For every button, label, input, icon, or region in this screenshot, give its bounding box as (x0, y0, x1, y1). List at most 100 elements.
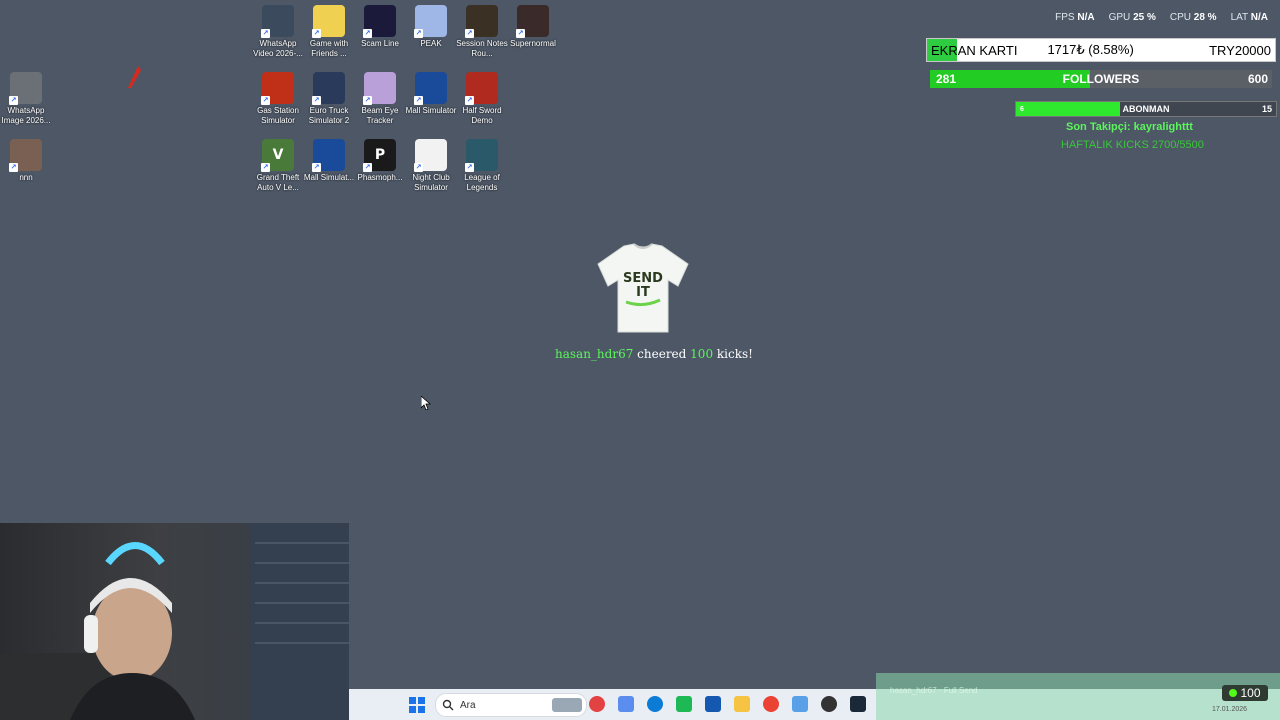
desktop-icon[interactable]: ↗ Session Notes Rou... (456, 5, 508, 59)
desktop-icon[interactable]: ↗ Beam Eye Tracker (354, 72, 406, 126)
desktop-icon[interactable]: ↗ Scam Line (354, 5, 406, 49)
shortcut-arrow-icon: ↗ (414, 29, 423, 38)
taskbar-app-icon[interactable] (589, 696, 605, 712)
webcam-feed (0, 523, 349, 720)
shortcut-arrow-icon: ↗ (363, 96, 372, 105)
app-icon: ↗ (516, 5, 549, 38)
app-icon: ↗ (9, 139, 42, 172)
desktop-icon-label: Grand Theft Auto V Le... (256, 173, 300, 192)
shortcut-arrow-icon: ↗ (414, 163, 423, 172)
taskbar-app-icon[interactable] (705, 696, 721, 712)
desktop-icon[interactable]: ↗ nnn (0, 139, 52, 183)
alert-amount: 100 (690, 347, 714, 361)
windows-start-button[interactable] (409, 697, 425, 713)
last-follower: Son Takipçi: kayralighttt (1066, 121, 1193, 133)
app-icon: P ↗ (363, 139, 396, 172)
desktop-icon[interactable]: ↗ WhatsApp Image 2026... (0, 72, 52, 126)
desktop-icon-label: nnn (19, 173, 33, 182)
desktop-icon[interactable]: ↗ Supernormal (507, 5, 559, 49)
subscriber-label: ABONMAN (1122, 104, 1170, 114)
taskbar-date: 17.01.2026 (1212, 706, 1248, 713)
taskbar-app-icon[interactable] (792, 696, 808, 712)
shirt-line2: IT (636, 285, 650, 300)
desktop-icon-label: Beam Eye Tracker (361, 106, 399, 125)
lat-stat: LAT N/A (1230, 12, 1268, 23)
desktop-icon[interactable]: ↗ Game with Friends ... (303, 5, 355, 59)
alert-suffix: kicks! (716, 347, 753, 361)
weekly-kicks: HAFTALIK KICKS 2700/5500 (1061, 139, 1204, 151)
cheer-alert-text: hasan_hdr67 cheered 100 kicks! (555, 347, 753, 361)
desktop-icon[interactable]: ↗ PEAK (405, 5, 457, 49)
shortcut-arrow-icon: ↗ (312, 29, 321, 38)
performance-stats: FPS N/A GPU 25 % CPU 28 % LAT N/A (1055, 12, 1268, 23)
shortcut-arrow-icon: ↗ (465, 96, 474, 105)
graphics-card-goal-target: TRY20000 (1209, 42, 1271, 58)
taskbar-search-box[interactable]: Ara (435, 693, 587, 717)
app-icon: ↗ (465, 139, 498, 172)
desktop-icon[interactable]: ↗ Night Club Simulator (405, 139, 457, 193)
desktop-icon[interactable]: ↗ Mall Simulator (405, 72, 457, 116)
graphics-card-goal-title: EKRAN KARTI (931, 42, 1018, 58)
subscriber-goal: 6 ABONMAN 15 (1015, 101, 1277, 117)
desktop-icon[interactable]: ↗ Mall Simulat... (303, 139, 355, 183)
desktop-icon[interactable]: V ↗ Grand Theft Auto V Le... (252, 139, 304, 193)
app-icon: ↗ (414, 72, 447, 105)
desktop-icon[interactable]: ↗ Half Sword Demo (456, 72, 508, 126)
desktop-icon[interactable]: P ↗ Phasmoph... (354, 139, 406, 183)
shortcut-arrow-icon: ↗ (261, 96, 270, 105)
desktop-icon[interactable]: ↗ Gas Station Simulator (252, 72, 304, 126)
app-icon: ↗ (363, 72, 396, 105)
desktop-icon-label: WhatsApp Image 2026... (1, 106, 51, 125)
graphics-card-goal-amount: 1717₺ (8.58%) (1047, 42, 1134, 57)
alert-username: hasan_hdr67 (555, 347, 634, 361)
taskbar-app-icon[interactable] (850, 696, 866, 712)
app-icon: ↗ (312, 72, 345, 105)
desktop-icon[interactable]: ↗ Euro Truck Simulator 2 (303, 72, 355, 126)
followers-goal-value: 600 (1247, 72, 1268, 86)
app-icon: ↗ (261, 72, 294, 105)
app-icon: ↗ (9, 72, 42, 105)
desktop-icon-label: Scam Line (361, 39, 399, 48)
app-icon: ↗ (261, 5, 294, 38)
app-icon: V ↗ (261, 139, 294, 172)
desktop-icon-label: Night Club Simulator (412, 173, 450, 192)
taskbar-app-icon[interactable] (821, 696, 837, 712)
taskbar-app-icon[interactable] (734, 696, 750, 712)
kick-badge-icon (1229, 689, 1238, 697)
desktop-icon-label: League of Legends (464, 173, 500, 192)
shortcut-arrow-icon: ↗ (9, 163, 18, 172)
kick-notification-text: hasan_hdr67 · Full Send (890, 686, 978, 695)
shortcut-arrow-icon: ↗ (312, 163, 321, 172)
shortcut-arrow-icon: ↗ (363, 29, 372, 38)
shirt-line1: SEND (623, 271, 663, 286)
followers-goal: 281 FOLLOWERS 600 (930, 70, 1272, 88)
graphics-card-goal: EKRAN KARTI 1717₺ (8.58%) TRY20000 (926, 38, 1276, 62)
taskbar-app-icon[interactable] (763, 696, 779, 712)
desktop-icon[interactable]: ↗ WhatsApp Video 2026-... (252, 5, 304, 59)
shortcut-arrow-icon: ↗ (261, 29, 270, 38)
app-icon: ↗ (363, 5, 396, 38)
desktop-icon-label: Session Notes Rou... (456, 39, 508, 58)
desktop-icon[interactable]: ↗ League of Legends (456, 139, 508, 193)
fps-stat: FPS N/A (1055, 12, 1095, 23)
app-icon: ↗ (414, 139, 447, 172)
search-icon (442, 699, 454, 711)
desktop-icon-label: WhatsApp Video 2026-... (253, 39, 303, 58)
shortcut-arrow-icon: ↗ (414, 96, 423, 105)
subscriber-goal-value: 15 (1261, 104, 1272, 114)
shortcut-arrow-icon: ↗ (312, 96, 321, 105)
desktop-icon-label: Mall Simulator (405, 106, 457, 115)
shortcut-arrow-icon: ↗ (261, 163, 270, 172)
desktop-icon-label: Gas Station Simulator (257, 106, 299, 125)
shortcut-arrow-icon: ↗ (9, 96, 18, 105)
desktop-icon-label: Phasmoph... (357, 173, 403, 182)
followers-label: FOLLOWERS (1062, 72, 1140, 86)
taskbar-app-icon[interactable] (676, 696, 692, 712)
tshirt-alert-image: SEND IT (597, 243, 689, 333)
mouse-cursor-icon (421, 396, 431, 410)
taskbar-app-icon[interactable] (618, 696, 634, 712)
kick-count-badge: 100 (1222, 685, 1268, 701)
taskbar-app-icon[interactable] (647, 696, 663, 712)
app-icon: ↗ (414, 5, 447, 38)
shortcut-arrow-icon: ↗ (363, 163, 372, 172)
